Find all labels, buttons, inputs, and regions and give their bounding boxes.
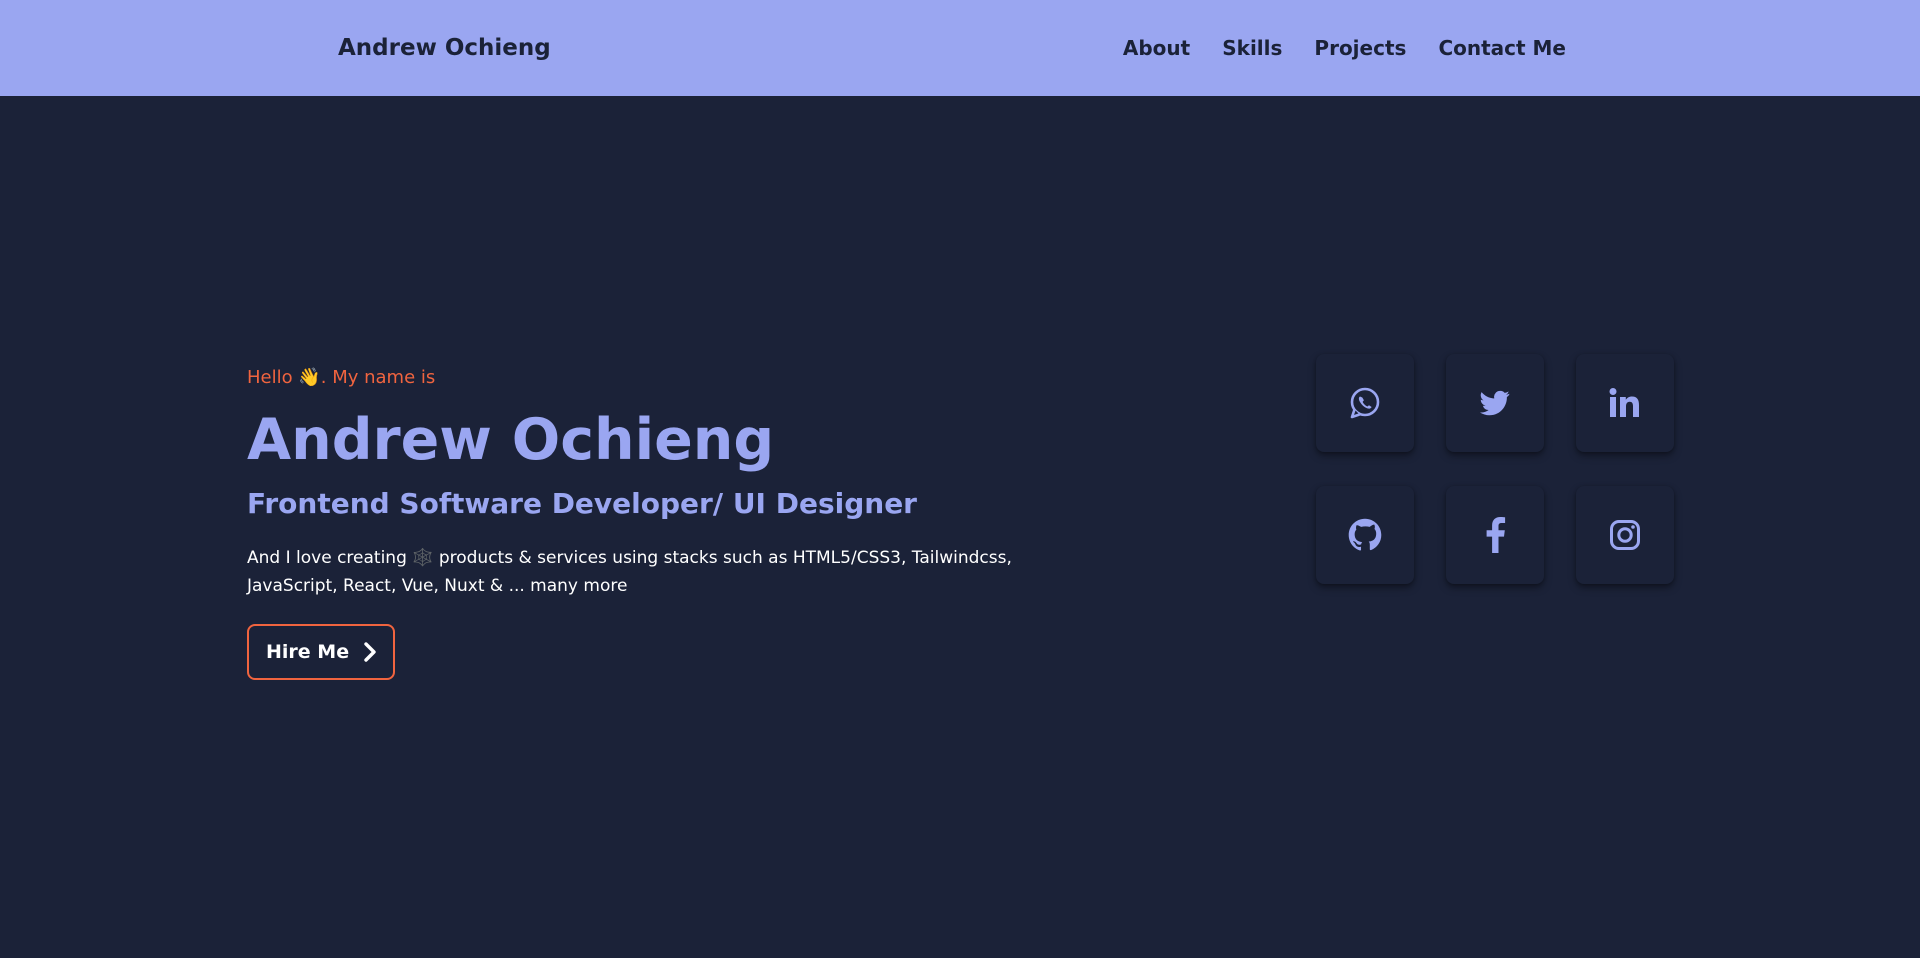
social-instagram-link[interactable]	[1576, 486, 1674, 584]
social-links	[1316, 354, 1674, 584]
hire-me-label: Hire Me	[266, 641, 350, 663]
facebook-icon	[1486, 517, 1506, 553]
twitter-icon	[1480, 390, 1510, 416]
hero-description: And I love creating 🕸️ products & servic…	[247, 548, 1012, 596]
hero-name: Andrew Ochieng	[247, 407, 775, 473]
social-whatsapp-link[interactable]	[1316, 354, 1414, 452]
hero-section: Hello 👋. My name is Andrew Ochieng Front…	[247, 360, 1107, 680]
hire-me-button[interactable]: Hire Me	[247, 624, 396, 680]
linkedin-icon	[1609, 388, 1639, 417]
social-twitter-link[interactable]	[1446, 354, 1544, 452]
nav-link-contact[interactable]: Contact Me	[1438, 34, 1566, 62]
github-icon	[1348, 518, 1382, 551]
nav-links: About Skills Projects Contact Me	[1123, 34, 1566, 62]
nav-link-projects[interactable]: Projects	[1314, 34, 1406, 62]
hero-role: Frontend Software Developer/ UI Designer	[247, 487, 917, 520]
social-facebook-link[interactable]	[1446, 486, 1544, 584]
brand-name[interactable]: Andrew Ochieng	[338, 34, 551, 62]
instagram-icon	[1610, 520, 1640, 550]
hero-greeting: Hello 👋. My name is	[247, 367, 436, 388]
social-github-link[interactable]	[1316, 486, 1414, 584]
chevron-right-icon	[364, 642, 376, 662]
social-linkedin-link[interactable]	[1576, 354, 1674, 452]
nav-link-about[interactable]: About	[1123, 34, 1190, 62]
top-navbar: Andrew Ochieng About Skills Projects Con…	[0, 0, 1920, 96]
nav-link-skills[interactable]: Skills	[1222, 34, 1282, 62]
whatsapp-icon	[1350, 387, 1380, 419]
